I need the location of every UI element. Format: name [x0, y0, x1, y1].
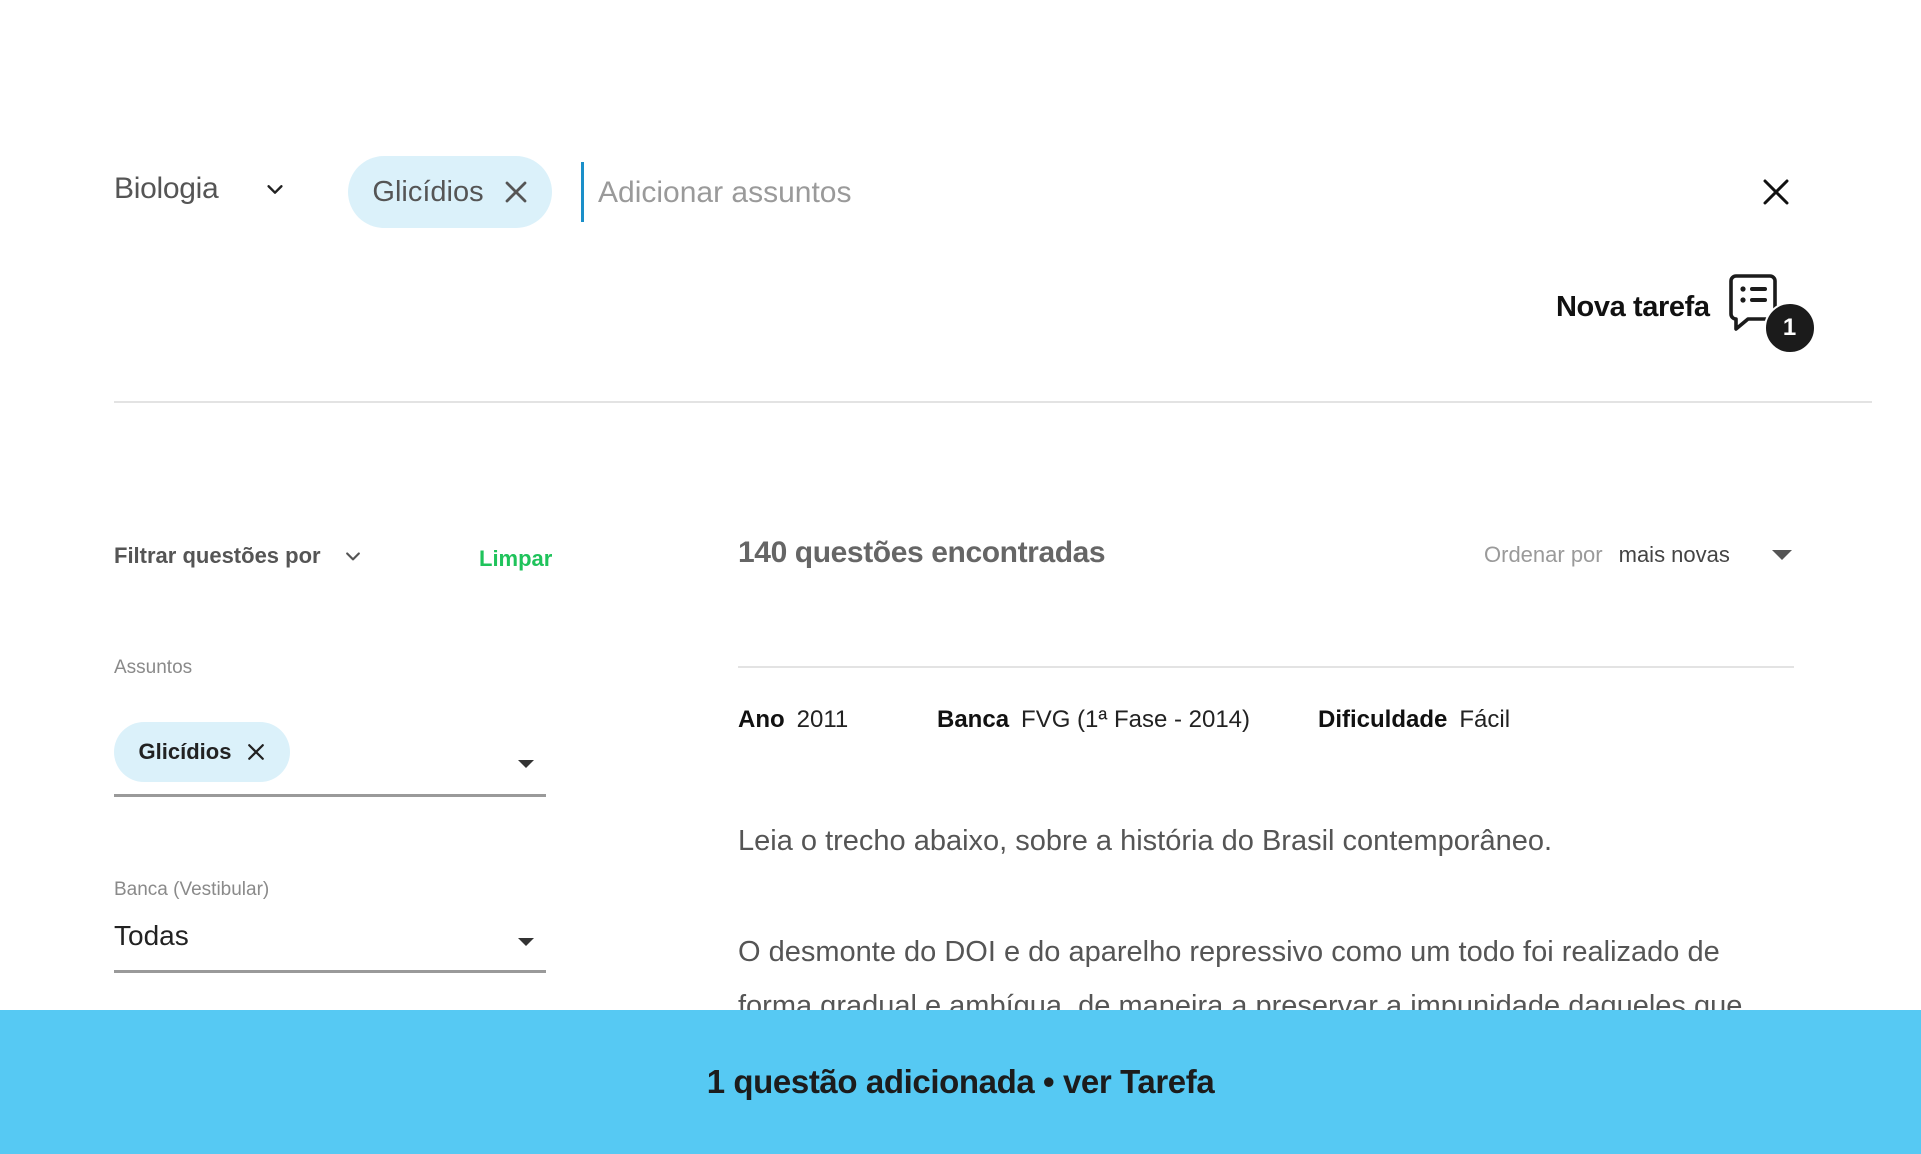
- sort-value: mais novas: [1618, 542, 1730, 567]
- subject-chip-glicidios[interactable]: Glicídios: [114, 722, 290, 782]
- dropdown-arrow-icon: [518, 938, 534, 946]
- question-intro: Leia o trecho abaixo, sobre a história d…: [738, 825, 1553, 857]
- topic-chip-glicidios[interactable]: Glicídios: [348, 156, 552, 228]
- new-task-label: Nova tarefa: [1556, 290, 1710, 323]
- clear-search-icon[interactable]: [1762, 178, 1790, 206]
- filter-by-dropdown[interactable]: Filtrar questões por: [114, 543, 363, 569]
- results-divider: [738, 666, 1794, 668]
- add-topics-input[interactable]: [596, 168, 1700, 218]
- close-icon[interactable]: [504, 180, 528, 204]
- chevron-down-icon: [345, 552, 360, 561]
- close-icon[interactable]: [247, 743, 265, 761]
- difficulty-label: Dificuldade: [1318, 706, 1448, 733]
- year-label: Ano: [738, 706, 785, 733]
- subject-dropdown[interactable]: Biologia: [114, 172, 286, 206]
- topic-chip-label: Glicídios: [372, 175, 484, 208]
- question-difficulty: Dificuldade Fácil: [1318, 706, 1510, 734]
- text-caret: [581, 162, 584, 222]
- added-question-toast[interactable]: 1 questão adicionada • ver Tarefa: [0, 1010, 1921, 1154]
- task-icon-wrap: 1: [1728, 272, 1816, 354]
- sort-label: Ordenar por: [1484, 542, 1603, 567]
- banca-field-label: Banca (Vestibular): [114, 879, 270, 900]
- dropdown-arrow-icon: [518, 760, 534, 768]
- subjects-field-label: Assuntos: [114, 657, 193, 678]
- results-count: 140 questões encontradas: [738, 536, 1106, 569]
- toast-text: 1 questão adicionada • ver Tarefa: [706, 1063, 1215, 1100]
- question-year: Ano 2011: [738, 706, 848, 734]
- task-count-badge: 1: [1763, 302, 1816, 354]
- year-value: 2011: [796, 706, 849, 733]
- banca-value: Todas: [114, 920, 189, 951]
- banca-meta-label: Banca: [937, 706, 1010, 733]
- question-banca: Banca FVG (1ª Fase - 2014): [937, 706, 1250, 734]
- filter-by-label: Filtrar questões por: [114, 543, 321, 568]
- question-body: Leia o trecho abaixo, sobre a história d…: [738, 814, 1798, 1033]
- header-divider: [114, 401, 1872, 403]
- subject-label: Biologia: [114, 172, 219, 205]
- sort-dropdown[interactable]: Ordenar por mais novas: [1484, 542, 1792, 568]
- banca-meta-value: FVG (1ª Fase - 2014): [1021, 706, 1251, 733]
- new-task-button[interactable]: Nova tarefa 1: [1556, 272, 1816, 354]
- subjects-select[interactable]: Glicídios: [114, 718, 546, 797]
- banca-select[interactable]: Todas: [114, 910, 546, 973]
- subject-chip-label: Glicídios: [138, 739, 232, 764]
- chevron-down-icon: [267, 185, 283, 194]
- difficulty-value: Fácil: [1459, 706, 1511, 733]
- clear-filters-link[interactable]: Limpar: [479, 546, 552, 572]
- dropdown-arrow-icon: [1771, 550, 1792, 560]
